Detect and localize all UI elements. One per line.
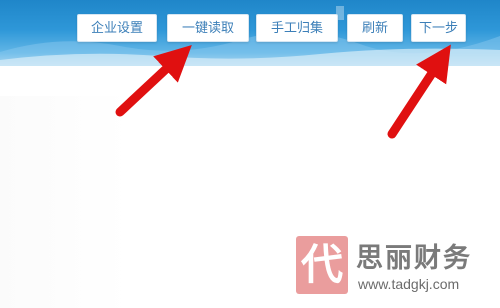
next-step-button[interactable]: 下一步	[411, 14, 466, 42]
content-area	[0, 96, 130, 308]
seal-logo: 代	[296, 236, 348, 294]
seal-character: 代	[300, 240, 343, 289]
refresh-button[interactable]: 刷新	[347, 14, 403, 42]
watermark: 代 思丽财务 www.tadgkj.com	[292, 232, 500, 308]
arrow-to-next-step	[387, 44, 451, 139]
watermark-name: 思丽财务	[356, 243, 472, 274]
toolbar: 企业设置 一键读取 手工归集 刷新 下一步	[0, 14, 500, 44]
one-click-read-button[interactable]: 一键读取	[167, 14, 249, 42]
watermark-url: www.tadgkj.com	[358, 276, 460, 292]
enterprise-settings-button[interactable]: 企业设置	[77, 14, 157, 42]
manual-collect-button[interactable]: 手工归集	[256, 14, 338, 42]
